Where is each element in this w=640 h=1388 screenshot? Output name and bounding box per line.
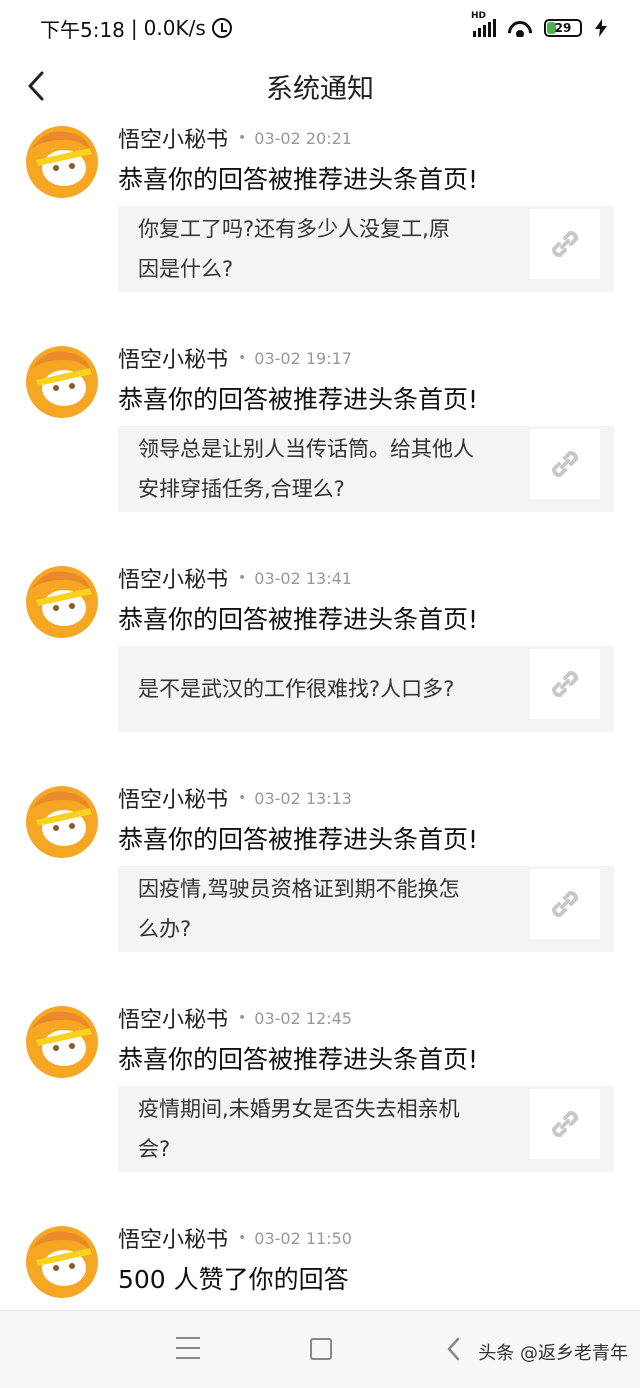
question-line: 领导总是让别人当传话筒。给其他人	[138, 437, 474, 461]
separator-dot: •	[238, 350, 247, 366]
timestamp: 03-02 13:41	[254, 568, 352, 588]
question-text: 因疫情,驾驶员资格证到期不能换怎 么办?	[138, 866, 508, 952]
back-arrow-icon	[28, 71, 44, 101]
battery-icon: 29	[544, 19, 582, 37]
sender-name[interactable]: 悟空小秘书	[118, 122, 228, 154]
page-title: 系统通知	[266, 73, 374, 105]
hd-badge: HD	[471, 11, 487, 21]
notification-item[interactable]: 悟空小秘书 • 03-02 13:41 恭喜你的回答被推荐进头条首页! 是不是武…	[0, 556, 640, 776]
notification-header: 悟空小秘书 • 03-02 13:41	[118, 560, 352, 596]
avatar-icon[interactable]	[26, 1006, 98, 1078]
link-thumbnail[interactable]	[530, 649, 600, 719]
notification-message: 500 人赞了你的回答	[118, 1265, 349, 1294]
status-right: HD 29	[471, 11, 608, 37]
link-icon	[552, 451, 578, 477]
sender-name[interactable]: 悟空小秘书	[118, 782, 228, 814]
question-text: 领导总是让别人当传话筒。给其他人 安排穿插任务,合理么?	[138, 426, 508, 512]
notification-header: 悟空小秘书 • 03-02 19:17	[118, 340, 352, 376]
separator-dot: •	[238, 570, 247, 586]
sender-name[interactable]: 悟空小秘书	[118, 1222, 228, 1254]
timestamp: 03-02 20:21	[254, 128, 352, 148]
question-line: 疫情期间,未婚男女是否失去相亲机	[138, 1097, 460, 1121]
link-icon	[552, 671, 578, 697]
notification-message: 恭喜你的回答被推荐进头条首页!	[118, 605, 479, 634]
question-line: 是不是武汉的工作很难找?人口多?	[138, 677, 455, 701]
notification-header: 悟空小秘书 • 03-02 11:50	[118, 1220, 352, 1256]
notification-header: 悟空小秘书 • 03-02 12:45	[118, 1000, 352, 1036]
avatar-icon[interactable]	[26, 346, 98, 418]
notification-message: 恭喜你的回答被推荐进头条首页!	[118, 165, 479, 194]
back-button[interactable]	[16, 66, 56, 106]
link-thumbnail[interactable]	[530, 429, 600, 499]
question-line: 因是什么?	[138, 257, 234, 281]
battery-level: 29	[554, 21, 572, 35]
sender-name[interactable]: 悟空小秘书	[118, 1002, 228, 1034]
question-card[interactable]: 疫情期间,未婚男女是否失去相亲机 会?	[118, 1086, 614, 1172]
question-line: 会?	[138, 1137, 171, 1161]
notification-list[interactable]: 悟空小秘书 • 03-02 20:21 恭喜你的回答被推荐进头条首页! 你复工了…	[0, 116, 640, 1310]
status-separator: |	[130, 16, 138, 40]
question-line: 么办?	[138, 917, 192, 941]
nav-back-icon[interactable]	[444, 1337, 464, 1361]
sender-name[interactable]: 悟空小秘书	[118, 562, 228, 594]
link-thumbnail[interactable]	[530, 869, 600, 939]
question-card[interactable]: 你复工了吗?还有多少人没复工,原 因是什么?	[118, 206, 614, 292]
link-icon	[552, 231, 578, 257]
question-line: 安排穿插任务,合理么?	[138, 477, 345, 501]
avatar-icon[interactable]	[26, 126, 98, 198]
status-time: 下午5:18	[40, 17, 125, 42]
link-thumbnail[interactable]	[530, 1089, 600, 1159]
separator-dot: •	[238, 1230, 247, 1246]
notification-item[interactable]: 悟空小秘书 • 03-02 20:21 恭喜你的回答被推荐进头条首页! 你复工了…	[0, 116, 640, 336]
question-card[interactable]: 是不是武汉的工作很难找?人口多?	[118, 646, 614, 732]
notification-header: 悟空小秘书 • 03-02 13:13	[118, 780, 352, 816]
alarm-icon	[211, 18, 232, 38]
signal-icon: HD	[471, 11, 496, 37]
status-left: 下午5:18 | 0.0K/s	[40, 14, 232, 43]
separator-dot: •	[238, 1010, 247, 1026]
notification-item[interactable]: 悟空小秘书 • 03-02 13:13 恭喜你的回答被推荐进头条首页! 因疫情,…	[0, 776, 640, 996]
notification-message: 恭喜你的回答被推荐进头条首页!	[118, 1045, 479, 1074]
question-line: 因疫情,驾驶员资格证到期不能换怎	[138, 877, 460, 901]
question-line: 你复工了吗?还有多少人没复工,原	[138, 217, 450, 241]
menu-icon[interactable]	[176, 1337, 200, 1359]
notification-item[interactable]: 悟空小秘书 • 03-02 11:50 500 人赞了你的回答	[0, 1216, 640, 1310]
separator-dot: •	[238, 130, 247, 146]
question-card[interactable]: 因疫情,驾驶员资格证到期不能换怎 么办?	[118, 866, 614, 952]
notification-message: 恭喜你的回答被推荐进头条首页!	[118, 825, 479, 854]
question-text: 你复工了吗?还有多少人没复工,原 因是什么?	[138, 206, 508, 292]
wifi-icon	[508, 19, 532, 37]
question-text: 疫情期间,未婚男女是否失去相亲机 会?	[138, 1086, 508, 1172]
nav-bar: 系统通知	[0, 56, 640, 116]
timestamp: 03-02 11:50	[254, 1228, 352, 1248]
question-text: 是不是武汉的工作很难找?人口多?	[138, 646, 508, 732]
home-icon[interactable]	[310, 1338, 332, 1360]
separator-dot: •	[238, 790, 247, 806]
watermark: 头条 @返乡老青年	[478, 1343, 628, 1364]
notification-item[interactable]: 悟空小秘书 • 03-02 19:17 恭喜你的回答被推荐进头条首页! 领导总是…	[0, 336, 640, 556]
avatar-icon[interactable]	[26, 1226, 98, 1298]
link-thumbnail[interactable]	[530, 209, 600, 279]
timestamp: 03-02 12:45	[254, 1008, 352, 1028]
link-icon	[552, 1111, 578, 1137]
notification-item[interactable]: 悟空小秘书 • 03-02 12:45 恭喜你的回答被推荐进头条首页! 疫情期间…	[0, 996, 640, 1216]
avatar-icon[interactable]	[26, 786, 98, 858]
status-bar: 下午5:18 | 0.0K/s HD 29	[0, 0, 640, 56]
timestamp: 03-02 13:13	[254, 788, 352, 808]
charging-bolt-icon	[595, 19, 607, 37]
question-card[interactable]: 领导总是让别人当传话筒。给其他人 安排穿插任务,合理么?	[118, 426, 614, 512]
avatar-icon[interactable]	[26, 566, 98, 638]
system-nav-bar: 头条 @返乡老青年	[0, 1310, 640, 1388]
net-speed: 0.0K/s	[143, 16, 206, 40]
link-icon	[552, 891, 578, 917]
timestamp: 03-02 19:17	[254, 348, 352, 368]
notification-header: 悟空小秘书 • 03-02 20:21	[118, 120, 352, 156]
sender-name[interactable]: 悟空小秘书	[118, 342, 228, 374]
notification-message: 恭喜你的回答被推荐进头条首页!	[118, 385, 479, 414]
